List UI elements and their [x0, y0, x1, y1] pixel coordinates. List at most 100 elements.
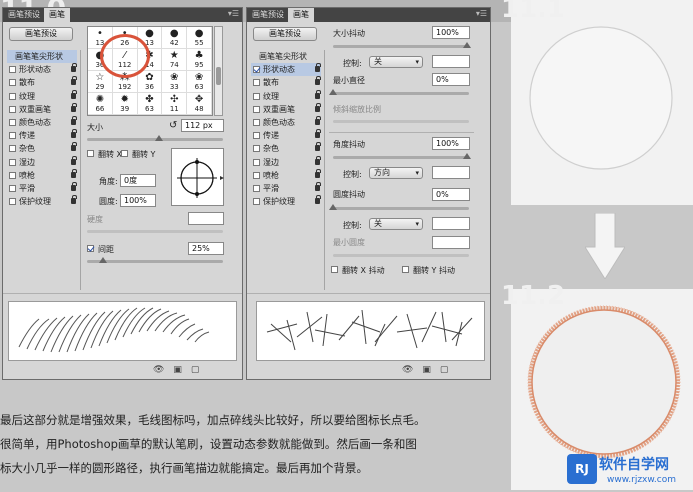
checkbox[interactable] — [253, 184, 260, 192]
angle-roundness-widget[interactable] — [171, 148, 224, 206]
spacing-field[interactable]: 25% — [188, 242, 224, 255]
lock-icon[interactable] — [71, 195, 77, 205]
checkbox[interactable] — [253, 132, 260, 140]
option-transfer[interactable]: 传递 — [7, 129, 77, 142]
option-smoothing[interactable]: 平滑 — [7, 181, 77, 195]
tab-brush-presets[interactable]: 画笔预设 — [3, 8, 45, 22]
checkbox[interactable] — [9, 171, 16, 179]
brush-tip-cell[interactable]: ♣ 95 — [187, 49, 212, 71]
size-control-select[interactable]: 关 — [369, 56, 423, 68]
size-jitter-field[interactable]: 100% — [432, 26, 470, 39]
slider-knob[interactable] — [329, 204, 337, 210]
checkbox[interactable] — [253, 105, 260, 113]
option-dual-brush[interactable]: 双重画笔 — [251, 102, 321, 116]
roundness-jitter-field[interactable]: 0% — [432, 188, 470, 201]
checkbox[interactable] — [121, 150, 128, 157]
option-texture[interactable]: 纹理 — [251, 89, 321, 103]
tilt-scale-slider[interactable] — [333, 120, 469, 123]
lock-icon[interactable] — [315, 129, 321, 139]
min-roundness-field[interactable] — [432, 236, 470, 249]
reset-size-icon[interactable]: ↺ — [169, 120, 177, 131]
angle-jitter-field[interactable]: 100% — [432, 137, 470, 150]
tab-brush[interactable]: 画笔 — [288, 8, 314, 22]
panel-menu-icon[interactable]: ▾☰ — [228, 9, 239, 18]
lock-icon[interactable] — [71, 129, 77, 139]
checkbox[interactable] — [87, 245, 94, 252]
hardness-slider[interactable] — [87, 230, 223, 233]
min-diameter-field[interactable]: 0% — [432, 73, 470, 86]
brush-tip-cell[interactable]: ✣ 11 — [162, 93, 188, 115]
option-airbrush[interactable]: 喷枪 — [7, 168, 77, 182]
slider-knob[interactable] — [463, 153, 471, 159]
lock-icon[interactable] — [71, 76, 77, 86]
checkbox[interactable] — [253, 171, 260, 179]
angle-jitter-slider[interactable] — [333, 153, 471, 159]
option-wet-edges[interactable]: 湿边 — [7, 155, 77, 169]
angle-control-select[interactable]: 方向 — [369, 167, 423, 179]
flip-x-option[interactable]: 翻转 X — [87, 149, 122, 160]
tab-brush-presets[interactable]: 画笔预设 — [247, 8, 289, 22]
lock-icon[interactable] — [315, 142, 321, 152]
checkbox[interactable] — [87, 150, 94, 157]
size-control-field[interactable] — [432, 55, 470, 68]
roundness-field[interactable]: 100% — [120, 194, 156, 207]
lock-icon[interactable] — [315, 155, 321, 165]
option-smoothing[interactable]: 平滑 — [251, 181, 321, 195]
checkbox[interactable] — [9, 145, 16, 153]
checkbox[interactable] — [253, 118, 260, 126]
checkbox[interactable] — [402, 266, 409, 273]
slider-knob[interactable] — [463, 42, 471, 48]
checkbox[interactable] — [9, 132, 16, 140]
panel-menu-icon[interactable]: ▾☰ — [476, 9, 487, 18]
option-noise[interactable]: 杂色 — [251, 142, 321, 155]
panel-footer-icons[interactable]: 👁▣▢ — [402, 365, 457, 375]
brush-tip-cell[interactable]: ✿ 36 — [137, 71, 163, 93]
checkbox[interactable] — [253, 145, 260, 153]
min-roundness-slider[interactable] — [333, 254, 469, 257]
lock-icon[interactable] — [315, 115, 321, 125]
option-scattering[interactable]: 散布 — [7, 76, 77, 89]
checkbox[interactable] — [253, 79, 260, 87]
option-protect-texture[interactable]: 保护纹理 — [251, 195, 321, 208]
scrollbar-thumb[interactable] — [216, 67, 221, 85]
size-jitter-slider[interactable] — [333, 42, 471, 48]
lock-icon[interactable] — [71, 168, 77, 178]
checkbox[interactable] — [253, 158, 260, 166]
checkbox[interactable] — [331, 266, 338, 273]
brush-presets-button[interactable]: 画笔预设 — [9, 27, 73, 41]
option-color-dynamics[interactable]: 颜色动态 — [251, 115, 321, 129]
lock-icon[interactable] — [315, 102, 321, 112]
lock-icon[interactable] — [71, 89, 77, 99]
lock-icon[interactable] — [71, 155, 77, 165]
option-protect-texture[interactable]: 保护纹理 — [7, 195, 77, 208]
lock-icon[interactable] — [315, 76, 321, 86]
spacing-option[interactable]: 间距 — [87, 244, 114, 255]
checkbox[interactable] — [9, 66, 16, 74]
lock-icon[interactable] — [71, 115, 77, 125]
brush-tip-cell[interactable]: ★ 74 — [162, 49, 188, 71]
slider-knob[interactable] — [155, 135, 163, 141]
option-wet-edges[interactable]: 湿边 — [251, 155, 321, 169]
option-brush-tip-shape[interactable]: 画笔笔尖形状 — [251, 50, 321, 63]
spacing-slider[interactable] — [87, 257, 223, 263]
lock-icon[interactable] — [315, 195, 321, 205]
slider-knob[interactable] — [329, 89, 337, 95]
brush-tip-cell[interactable]: ● 42 — [162, 27, 188, 49]
brush-tip-cell[interactable]: ❀ 63 — [187, 71, 212, 93]
checkbox[interactable] — [9, 92, 16, 100]
brush-tip-cell[interactable]: ☆ 29 — [88, 71, 113, 93]
lock-icon[interactable] — [315, 63, 321, 73]
option-brush-tip-shape[interactable]: 画笔笔尖形状 — [7, 50, 77, 64]
lock-icon[interactable] — [315, 89, 321, 99]
option-dual-brush[interactable]: 双重画笔 — [7, 102, 77, 116]
brush-grid-scrollbar[interactable] — [214, 26, 223, 116]
brush-tip-cell[interactable]: ✥ 48 — [187, 93, 212, 115]
option-transfer[interactable]: 传递 — [251, 129, 321, 142]
lock-icon[interactable] — [71, 142, 77, 152]
checkbox[interactable] — [9, 158, 16, 166]
lock-icon[interactable] — [71, 102, 77, 112]
option-texture[interactable]: 纹理 — [7, 89, 77, 103]
size-field[interactable]: 112 px — [181, 119, 224, 132]
checkbox[interactable] — [9, 118, 16, 126]
roundness-jitter-slider[interactable] — [329, 204, 469, 210]
